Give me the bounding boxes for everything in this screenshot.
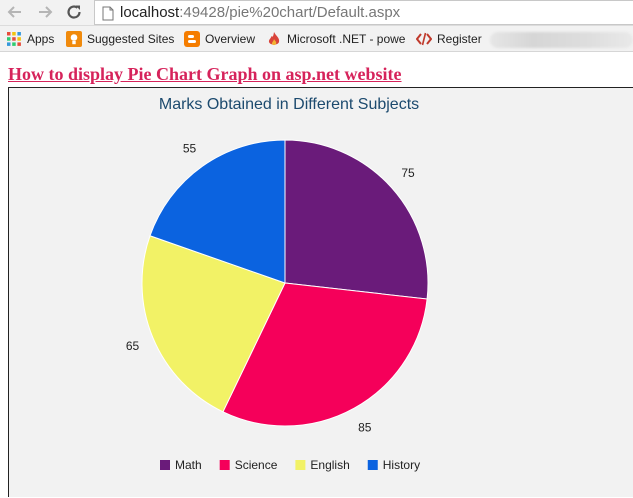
page-content: How to display Pie Chart Graph on asp.ne… [0, 53, 633, 497]
pie-chart: Marks Obtained in Different Subjects 75 8… [126, 96, 429, 472]
page-icon [102, 6, 114, 21]
pie-slice-math[interactable] [284, 139, 429, 300]
legend-label-math[interactable]: Math [175, 458, 202, 472]
legend-label-english[interactable]: English [310, 458, 349, 472]
blurred-bookmarks [490, 32, 633, 48]
legend-label-history[interactable]: History [383, 458, 420, 472]
url-path: :49428/pie%20chart/Default.aspx [179, 4, 401, 21]
bookmark-label: Overview [205, 32, 256, 46]
pie-chart-container: Marks Obtained in Different Subjects 75 8… [8, 87, 633, 497]
reload-icon [67, 5, 81, 19]
apps-grid-icon [6, 31, 22, 47]
bookmark-label: Apps [27, 32, 55, 46]
page-heading-link[interactable]: How to display Pie Chart Graph on asp.ne… [8, 64, 402, 85]
arrow-right-icon [39, 6, 53, 18]
pie-slices [141, 139, 429, 427]
chart-legend: Math Science English History [160, 458, 420, 472]
slice-value-label: 65 [126, 339, 140, 353]
browser-toolbar: localhost:49428/pie%20chart/Default.aspx [0, 0, 633, 26]
bookmark-label: Microsoft .NET - powe [287, 32, 406, 46]
legend-label-science[interactable]: Science [235, 458, 278, 472]
suggested-sites-icon [66, 31, 82, 47]
blogger-icon [184, 31, 200, 47]
address-bar[interactable]: localhost:49428/pie%20chart/Default.aspx [94, 0, 633, 25]
back-button[interactable] [4, 1, 26, 23]
url-text: localhost:49428/pie%20chart/Default.aspx [120, 4, 400, 21]
code-icon [415, 31, 433, 47]
bookmark-microsoft-net[interactable]: Microsoft .NET - powe [266, 30, 405, 48]
legend-swatch-science [219, 460, 230, 470]
legend-swatch-english [295, 460, 306, 470]
chart-title: Marks Obtained in Different Subjects [159, 96, 419, 113]
bookmark-label: Suggested Sites [87, 32, 175, 46]
bookmark-suggested-sites[interactable]: Suggested Sites [66, 30, 174, 48]
slice-value-label: 55 [183, 141, 197, 155]
slice-value-label: 85 [358, 420, 372, 434]
arrow-left-icon [7, 6, 21, 18]
bookmarks-bar: Apps Suggested Sites Overview Microsoft … [0, 26, 633, 52]
bookmark-register[interactable]: Register [415, 30, 482, 48]
legend-swatch-history [367, 460, 378, 470]
bookmark-apps[interactable]: Apps [6, 30, 54, 48]
bookmark-label: Register [437, 32, 482, 46]
forward-button[interactable] [34, 1, 56, 23]
reload-button[interactable] [63, 1, 85, 23]
legend-swatch-math [160, 460, 170, 470]
url-host: localhost [120, 4, 180, 21]
slice-value-label: 75 [401, 166, 415, 180]
fire-icon [266, 31, 282, 47]
bookmark-overview[interactable]: Overview [184, 30, 255, 48]
